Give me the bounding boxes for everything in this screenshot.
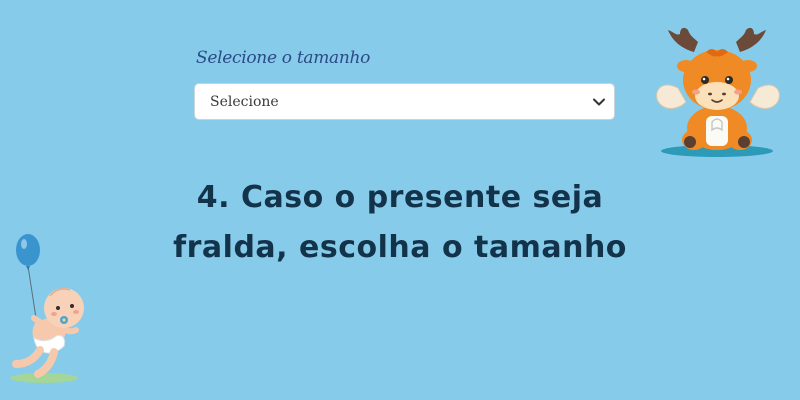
baby-with-balloon-illustration xyxy=(10,234,84,383)
instruction-heading: 4. Caso o presente seja fralda, escolha … xyxy=(173,180,627,265)
moose-illustration xyxy=(656,27,780,157)
size-select[interactable]: Selecione xyxy=(194,83,615,120)
size-select-value: Selecione xyxy=(210,93,279,110)
size-label: Selecione o tamanho xyxy=(196,48,371,68)
chevron-down-icon xyxy=(593,98,605,105)
